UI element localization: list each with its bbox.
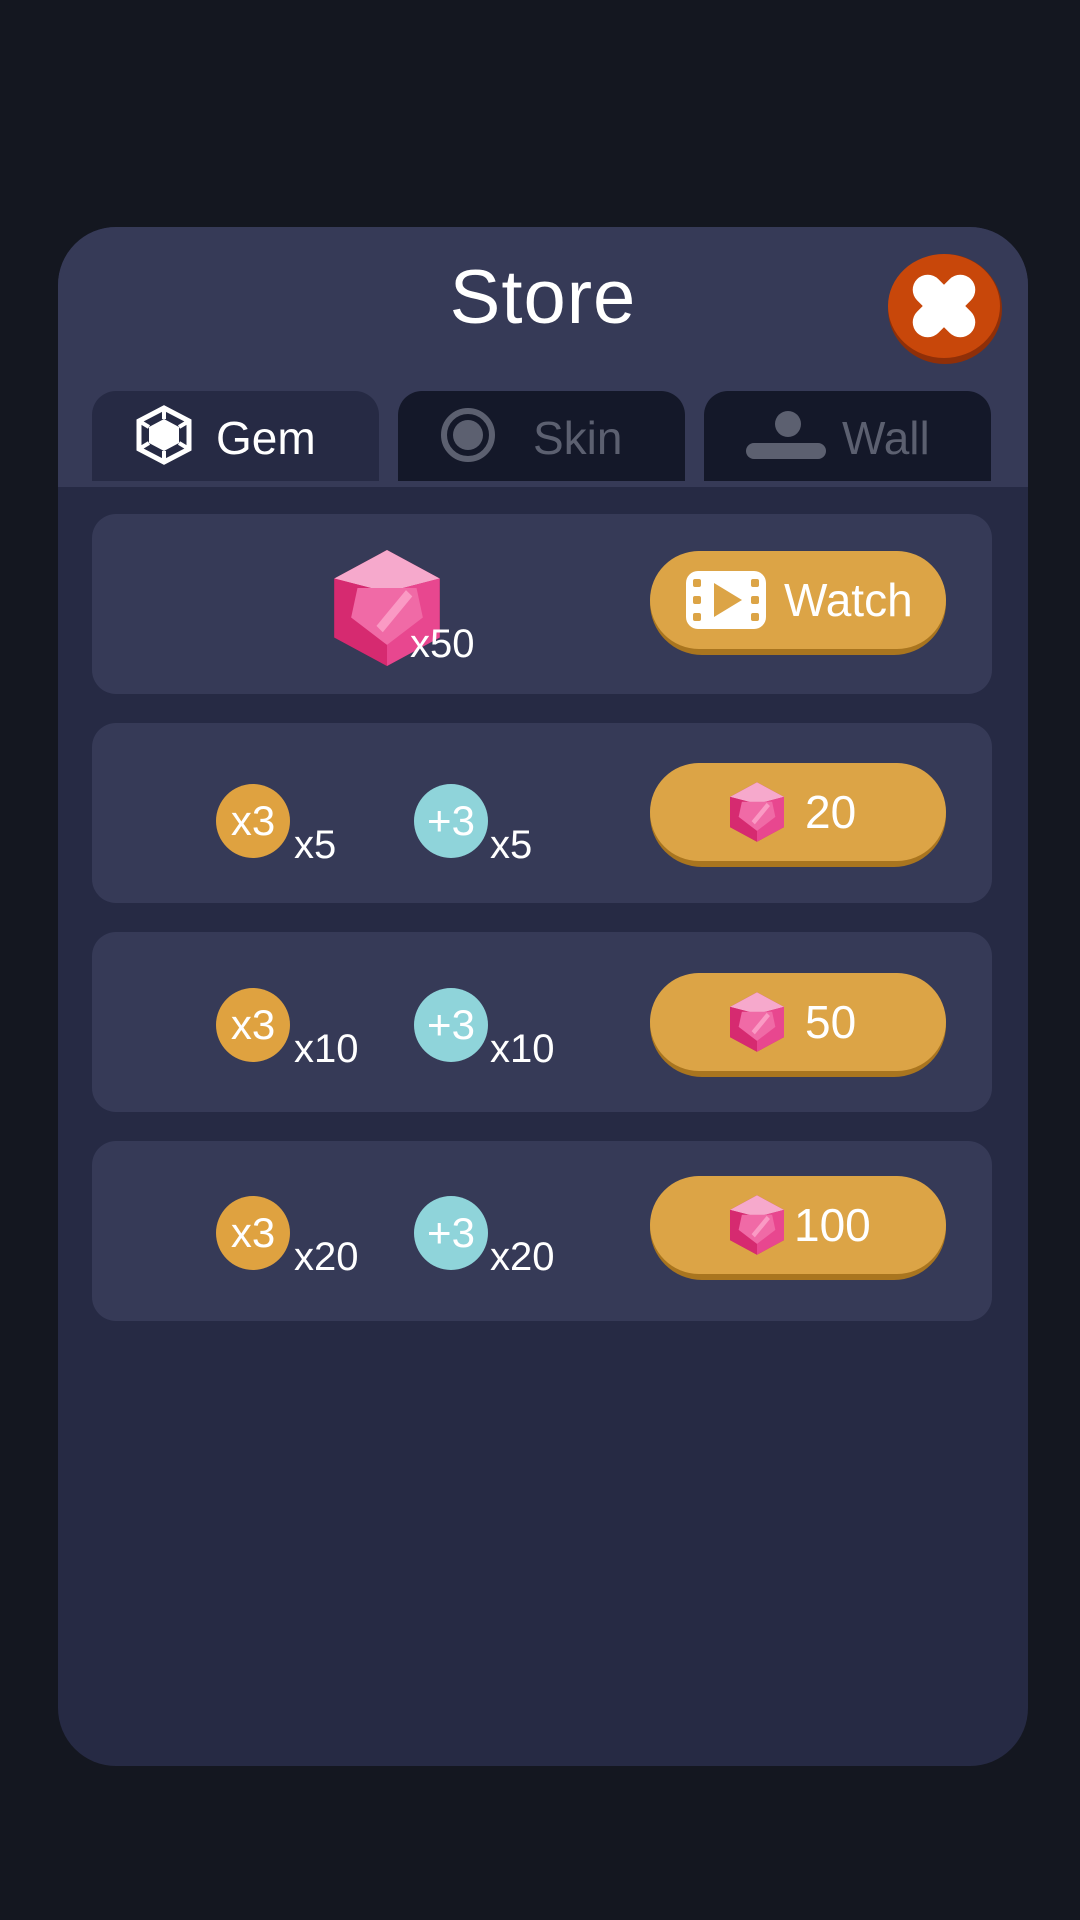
- tab-skin-label: Skin: [533, 412, 623, 464]
- watch-button[interactable]: Watch: [650, 551, 946, 655]
- offer-row-100: x3 x20 +3 x20 100: [92, 1141, 992, 1321]
- multiplier-coin: x3: [216, 1196, 290, 1270]
- price-label: 20: [805, 786, 857, 838]
- store-header: Store Gem Skin Wall: [58, 227, 1028, 487]
- buy-button-50[interactable]: 50: [650, 973, 946, 1077]
- tab-skin[interactable]: Skin: [398, 391, 685, 481]
- multiplier-quantity: x5: [294, 823, 337, 867]
- multiplier-quantity: x20: [294, 1235, 359, 1279]
- gem-quantity: x50: [410, 622, 475, 666]
- tab-gem[interactable]: Gem: [92, 391, 379, 481]
- offer-row-20: x3 x5 +3 x5 20: [92, 723, 992, 903]
- person-wall-icon: [746, 411, 826, 459]
- offer-row-50: x3 x10 +3 x10 50: [92, 932, 992, 1112]
- store-panel: Store Gem Skin Wall x50 Watch x3 x5 +3 x…: [58, 227, 1028, 1766]
- bonus-coin: +3: [414, 988, 488, 1062]
- hexagon-gem-icon: [136, 405, 192, 465]
- price-label: 50: [805, 996, 857, 1048]
- multiplier-quantity: x10: [294, 1027, 359, 1071]
- bonus-quantity: x10: [490, 1027, 555, 1071]
- watch-button-label: Watch: [784, 574, 913, 626]
- buy-button-100[interactable]: 100: [650, 1176, 946, 1280]
- close-button[interactable]: [888, 254, 1002, 364]
- gem-icon: [730, 992, 784, 1052]
- tab-wall-label: Wall: [842, 412, 930, 464]
- film-icon: [686, 571, 766, 629]
- bonus-coin: +3: [414, 784, 488, 858]
- multiplier-coin: x3: [216, 784, 290, 858]
- buy-button-20[interactable]: 20: [650, 763, 946, 867]
- ring-icon: [441, 408, 495, 462]
- close-icon: [888, 254, 1000, 358]
- bonus-quantity: x20: [490, 1235, 555, 1279]
- bonus-coin: +3: [414, 1196, 488, 1270]
- gem-icon: [730, 1195, 784, 1255]
- tab-wall[interactable]: Wall: [704, 391, 991, 481]
- tab-gem-label: Gem: [216, 412, 316, 464]
- offer-row-watch: x50 Watch: [92, 514, 992, 694]
- gem-icon: [730, 782, 784, 842]
- price-label: 100: [794, 1199, 871, 1251]
- store-title: Store: [449, 255, 637, 340]
- bonus-quantity: x5: [490, 823, 533, 867]
- multiplier-coin: x3: [216, 988, 290, 1062]
